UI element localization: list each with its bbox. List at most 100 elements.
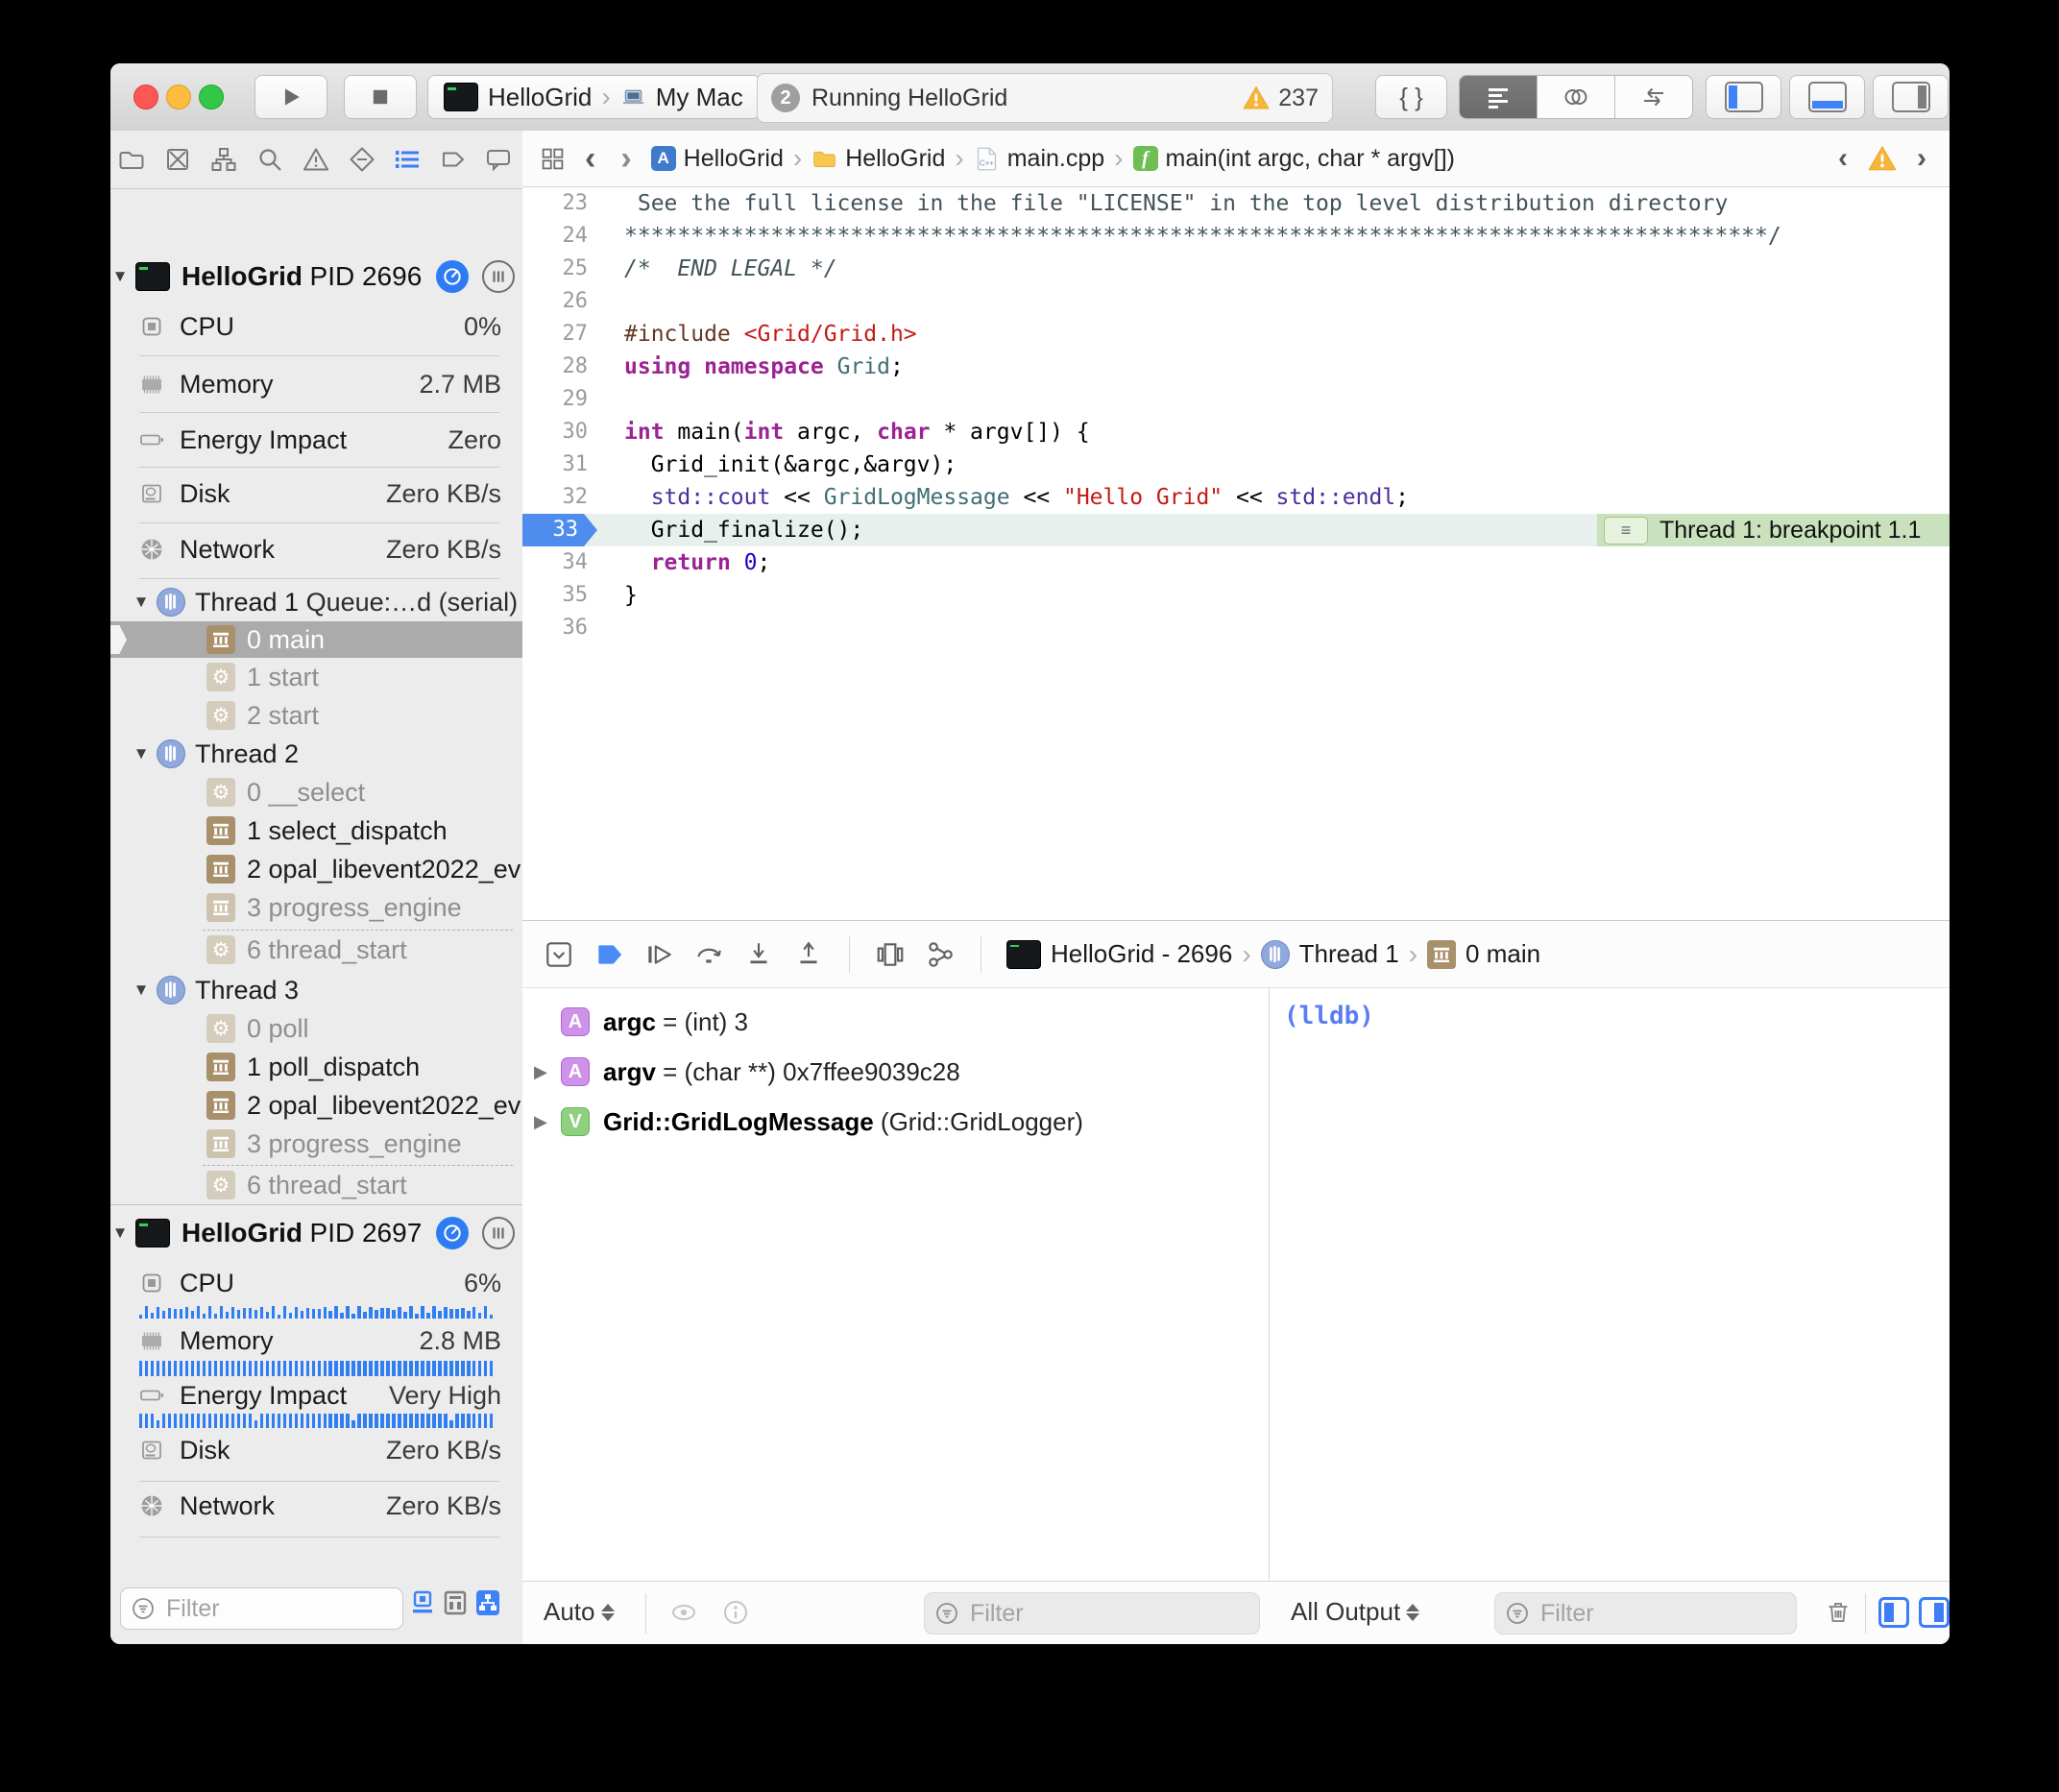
metric-row-memory[interactable]: Memory2.7 MB — [110, 363, 522, 405]
quicklook-eye-icon[interactable] — [668, 1597, 699, 1628]
library-button[interactable]: { } — [1375, 75, 1447, 119]
stack-frame-row[interactable]: ⚙2 start — [110, 697, 522, 734]
line-number[interactable]: 27 — [522, 318, 588, 351]
jump-bar-item[interactable]: fmain(int argc, char * argv[]) — [1133, 145, 1456, 173]
standard-editor-button[interactable] — [1460, 76, 1537, 118]
metric-row-energy-impact[interactable]: Energy ImpactVery High — [110, 1374, 522, 1417]
show-console-toggle[interactable] — [1919, 1597, 1950, 1628]
project-navigator-icon[interactable] — [117, 145, 146, 174]
navigator-filter-input[interactable] — [164, 1594, 393, 1624]
metric-row-energy-impact[interactable]: Energy ImpactZero — [110, 419, 522, 461]
variable-row[interactable]: Aargc = (int) 3 — [522, 1001, 1269, 1043]
disclosure-triangle-icon[interactable]: ▼ — [110, 1223, 130, 1243]
line-number[interactable]: 30 — [522, 416, 588, 448]
code-line-24[interactable]: 24**************************************… — [522, 220, 1950, 253]
continue-button[interactable] — [643, 939, 674, 970]
toggle-inspector-button[interactable] — [1873, 75, 1949, 119]
stack-frame-row[interactable]: 1 poll_dispatch — [110, 1049, 522, 1085]
toggle-debug-area-button[interactable] — [1789, 75, 1865, 119]
process-row[interactable]: ▼HelloGrid PID 2697 — [110, 1212, 522, 1254]
version-editor-button[interactable] — [1614, 76, 1692, 118]
breakpoint-indicator[interactable]: 33 — [522, 514, 597, 546]
filter-by-thread-button[interactable] — [441, 1587, 470, 1618]
show-variables-view-toggle[interactable] — [1878, 1597, 1909, 1628]
filter-by-queue-button[interactable] — [473, 1587, 502, 1618]
test-navigator-icon[interactable] — [348, 145, 376, 174]
thread-row[interactable]: ▼Thread 2 — [110, 736, 522, 772]
line-number[interactable]: 34 — [522, 546, 588, 579]
disclosure-triangle-icon[interactable]: ▼ — [110, 267, 130, 286]
issue-warning-icon[interactable] — [1867, 143, 1898, 174]
line-number[interactable]: 28 — [522, 351, 588, 383]
disclosure-triangle-icon[interactable]: ▼ — [132, 593, 151, 612]
hide-debug-area-button[interactable] — [544, 939, 574, 970]
variables-filter-field[interactable] — [924, 1592, 1260, 1635]
process-row[interactable]: ▼HelloGrid PID 2696 — [110, 255, 522, 298]
console-output-popup[interactable]: All Output — [1291, 1597, 1419, 1627]
jump-bar-item[interactable]: C++main.cpp — [974, 145, 1104, 173]
debug-location-breadcrumb[interactable]: HelloGrid - 2696 › Thread 1 › 0 main — [1006, 939, 1540, 969]
code-line-25[interactable]: 25/* END LEGAL */ — [522, 253, 1950, 285]
metric-row-network[interactable]: NetworkZero KB/s — [110, 1485, 522, 1527]
navigator-filter-field[interactable] — [120, 1587, 403, 1630]
breakpoints-enabled-button[interactable] — [593, 939, 624, 970]
line-number[interactable]: 31 — [522, 448, 588, 481]
line-number[interactable]: 24 — [522, 220, 588, 253]
toggle-navigator-button[interactable] — [1706, 75, 1781, 119]
stack-frame-row[interactable]: 0 main — [110, 621, 522, 658]
code-line-29[interactable]: 29 — [522, 383, 1950, 416]
warning-icon[interactable] — [1242, 84, 1271, 112]
scheme-selector[interactable]: HelloGrid › My Mac — [427, 75, 761, 119]
code-line-33[interactable]: 33 Grid_finalize();≡Thread 1: breakpoint… — [522, 514, 1950, 546]
report-navigator-icon[interactable] — [484, 145, 513, 174]
next-issue-button[interactable]: › — [1911, 144, 1932, 173]
breakpoint-annotation-menu-button[interactable]: ≡ — [1604, 517, 1648, 545]
performance-gauge-button[interactable] — [436, 1217, 469, 1249]
variable-row[interactable]: ▶VGrid::GridLogMessage (Grid::GridLogger… — [522, 1101, 1269, 1143]
line-number[interactable]: 23 — [522, 187, 588, 220]
run-button[interactable] — [254, 75, 327, 119]
divider[interactable] — [1269, 988, 1270, 1644]
line-number[interactable]: 26 — [522, 285, 588, 318]
info-icon[interactable] — [720, 1597, 751, 1628]
forward-button[interactable]: › — [615, 142, 637, 175]
step-out-button[interactable] — [793, 939, 824, 970]
disclosure-triangle-icon[interactable]: ▶ — [534, 1112, 547, 1132]
line-number[interactable]: 29 — [522, 383, 588, 416]
source-control-navigator-icon[interactable] — [163, 145, 192, 174]
disclosure-triangle-icon[interactable]: ▼ — [132, 981, 151, 1000]
code-line-28[interactable]: 28using namespace Grid; — [522, 351, 1950, 383]
code-line-30[interactable]: 30int main(int argc, char * argv[]) { — [522, 416, 1950, 448]
stack-frame-row[interactable]: 1 select_dispatch — [110, 812, 522, 849]
stack-frame-row[interactable]: ⚙0 poll — [110, 1010, 522, 1047]
code-line-26[interactable]: 26 — [522, 285, 1950, 318]
thread-row[interactable]: ▼Thread 3 — [110, 972, 522, 1008]
filter-by-performance-button[interactable] — [408, 1587, 437, 1618]
variable-row[interactable]: ▶Aargv = (char **) 0x7ffee9039c28 — [522, 1051, 1269, 1093]
breakpoint-annotation[interactable]: ≡Thread 1: breakpoint 1.1 — [1597, 514, 1950, 546]
stack-frame-row[interactable]: 2 opal_libevent2022_ev… — [110, 1087, 522, 1124]
thread-columns-button[interactable] — [482, 1217, 515, 1249]
code-line-35[interactable]: 35} — [522, 579, 1950, 612]
line-number[interactable]: 36 — [522, 612, 588, 644]
code-line-34[interactable]: 34 return 0; — [522, 546, 1950, 579]
find-navigator-icon[interactable] — [255, 145, 284, 174]
back-button[interactable]: ‹ — [579, 142, 601, 175]
thread-columns-button[interactable] — [482, 260, 515, 293]
related-items-icon[interactable] — [540, 146, 566, 172]
activity-status-bar[interactable]: 2 Running HelloGrid 237 — [757, 73, 1333, 123]
minimize-window-button[interactable] — [166, 85, 191, 109]
disclosure-triangle-icon[interactable]: ▶ — [534, 1062, 547, 1082]
code-line-23[interactable]: 23 See the full license in the file "LIC… — [522, 187, 1950, 220]
code-line-27[interactable]: 27#include <Grid/Grid.h> — [522, 318, 1950, 351]
symbol-navigator-icon[interactable] — [209, 145, 238, 174]
metric-row-disk[interactable]: DiskZero KB/s — [110, 472, 522, 515]
debug-navigator-icon[interactable] — [393, 145, 422, 174]
console-filter-input[interactable] — [1538, 1599, 1786, 1629]
code-line-31[interactable]: 31 Grid_init(&argc,&argv); — [522, 448, 1950, 481]
stack-frame-row[interactable]: ⚙6 thread_start — [110, 1167, 522, 1203]
line-number[interactable]: 32 — [522, 481, 588, 514]
stop-button[interactable] — [344, 75, 417, 119]
stack-frame-row[interactable]: 3 progress_engine — [110, 889, 522, 926]
console-filter-field[interactable] — [1494, 1592, 1797, 1635]
